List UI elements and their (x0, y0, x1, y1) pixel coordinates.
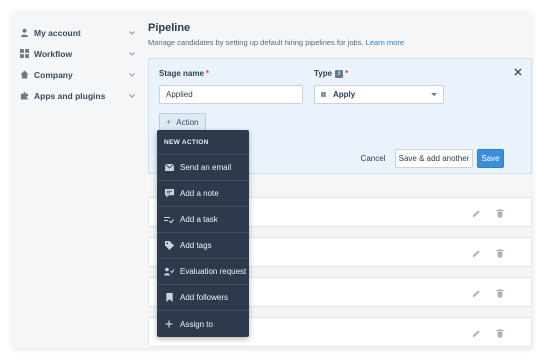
pencil-icon[interactable] (471, 248, 481, 258)
pencil-icon[interactable] (471, 328, 481, 338)
trash-icon[interactable] (495, 208, 505, 218)
sidebar-item-label: Workflow (34, 48, 73, 59)
page-subtitle-text: Manage candidates by setting up default … (148, 38, 364, 47)
grid-icon (19, 49, 29, 59)
evaluation-icon (164, 267, 174, 277)
stage-name-input[interactable]: Applied (159, 85, 303, 104)
puzzle-icon (19, 91, 29, 101)
app-window: My account Workflow Company Apps and plu… (12, 12, 532, 348)
menu-item-evaluation-request[interactable]: Evaluation request (157, 259, 249, 285)
stage-name-label: Stage name * (159, 69, 209, 78)
stage-name-value: Applied (166, 90, 193, 99)
sidebar-item-apps-and-plugins[interactable]: Apps and plugins (12, 85, 142, 106)
save-button[interactable]: Save (477, 149, 504, 168)
type-label-text: Type (314, 69, 333, 78)
required-marker: * (345, 69, 349, 78)
menu-item-label: Add a task (180, 215, 218, 224)
chevron-down-icon (128, 92, 136, 100)
main-content: Pipeline Manage candidates by setting up… (148, 22, 532, 347)
plus-icon: + (166, 117, 172, 127)
trash-icon[interactable] (495, 328, 505, 338)
save-and-add-another-button[interactable]: Save & add another (395, 149, 473, 168)
mail-icon (164, 163, 174, 173)
new-action-menu: NEW ACTION Send an email Add a note Add … (157, 130, 249, 337)
stage-name-label-text: Stage name (159, 69, 204, 78)
menu-item-label: Add tags (180, 241, 212, 250)
trash-icon[interactable] (495, 288, 505, 298)
note-icon (164, 189, 174, 199)
plus-icon (164, 319, 174, 329)
menu-item-label: Evaluation request (180, 267, 247, 276)
caret-down-icon (431, 93, 437, 96)
sidebar-item-my-account[interactable]: My account (12, 22, 142, 43)
menu-item-add-note[interactable]: Add a note (157, 181, 249, 207)
sidebar-item-label: My account (34, 27, 81, 38)
tag-icon (164, 241, 174, 251)
menu-item-add-task[interactable]: Add a task (157, 207, 249, 233)
task-icon (164, 215, 174, 225)
learn-more-link[interactable]: Learn more (366, 38, 404, 47)
info-icon: i (335, 69, 344, 78)
action-button-label: Action (176, 117, 199, 127)
chevron-down-icon (128, 29, 136, 37)
menu-item-assign-to[interactable]: Assign to (157, 311, 249, 337)
home-icon (19, 70, 29, 80)
chevron-down-icon (128, 50, 136, 58)
page-subtitle: Manage candidates by setting up default … (148, 38, 532, 47)
type-label: Type i * (314, 69, 348, 78)
menu-item-add-tags[interactable]: Add tags (157, 233, 249, 259)
chevron-down-icon (128, 71, 136, 79)
cancel-button[interactable]: Cancel (354, 149, 392, 168)
menu-item-label: Add a note (180, 189, 219, 198)
trash-icon[interactable] (495, 248, 505, 258)
sidebar-item-company[interactable]: Company (12, 64, 142, 85)
sidebar-item-label: Company (34, 69, 73, 80)
page-title: Pipeline (148, 22, 191, 34)
pencil-icon[interactable] (471, 288, 481, 298)
menu-item-send-email[interactable]: Send an email (157, 155, 249, 181)
required-marker: * (205, 69, 210, 78)
user-icon (19, 28, 29, 38)
menu-item-label: Assign to (180, 319, 213, 329)
sidebar-item-label: Apps and plugins (34, 90, 106, 101)
action-button[interactable]: + Action (159, 113, 206, 131)
type-select[interactable]: Apply (314, 85, 444, 104)
type-color-swatch (321, 92, 326, 97)
pencil-icon[interactable] (471, 208, 481, 218)
menu-item-label: Add followers (180, 293, 229, 302)
menu-item-add-followers[interactable]: Add followers (157, 285, 249, 311)
close-icon[interactable] (513, 67, 523, 77)
sidebar-item-workflow[interactable]: Workflow (12, 43, 142, 64)
menu-item-label: Send an email (180, 163, 232, 172)
menu-heading: NEW ACTION (157, 130, 249, 155)
type-select-value: Apply (333, 90, 356, 99)
sidebar: My account Workflow Company Apps and plu… (12, 22, 142, 106)
bookmark-icon (164, 293, 174, 303)
